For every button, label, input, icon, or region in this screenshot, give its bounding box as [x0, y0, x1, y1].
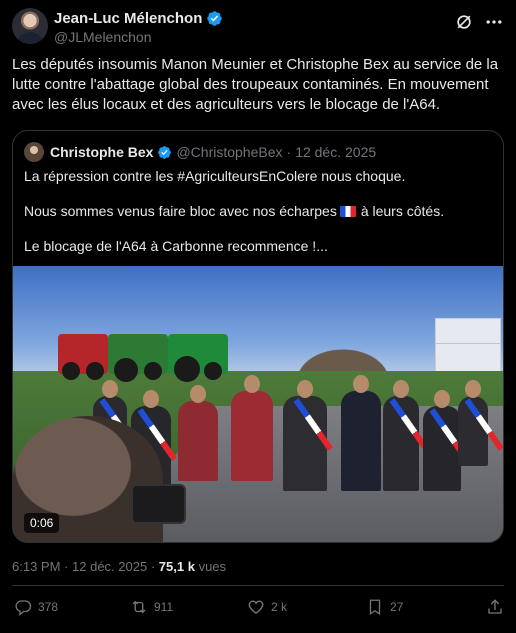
bookmark-count: 27 [390, 600, 404, 614]
tweet-time[interactable]: 6:13 PM [12, 559, 60, 574]
heart-icon [248, 600, 264, 614]
bookmark-icon [369, 599, 381, 616]
views-count: 75,1 k [158, 559, 195, 574]
reply-icon [15, 600, 32, 616]
video-building [435, 318, 501, 378]
like-count: 2 k [271, 600, 288, 614]
quoted-tweet-header: Christophe Bex @ChristopheBex · 12 déc. … [24, 142, 376, 162]
verified-badge-icon [207, 11, 223, 26]
meta-separator: · [64, 559, 69, 574]
video-tractor [58, 334, 108, 380]
video-tractor [108, 334, 168, 382]
quoted-author-handle[interactable]: @ChristopheBex [176, 144, 282, 160]
quoted-line-2b: à leurs côtés. [360, 203, 445, 219]
video-person [178, 385, 218, 481]
divider [12, 585, 504, 586]
tweet-text: Les députés insoumis Manon Meunier et Ch… [12, 56, 499, 113]
quoted-verified-badge-icon [158, 145, 172, 159]
like-button[interactable]: 2 k [247, 598, 287, 616]
quoted-separator: · [286, 144, 292, 160]
video-person [458, 380, 503, 466]
author-handle[interactable]: @JLMelenchon [54, 29, 152, 45]
video-person [231, 375, 273, 481]
meta-separator: · [150, 559, 156, 574]
quoted-line-2: Nous sommes venus faire bloc avec nos éc… [24, 202, 494, 220]
repost-button[interactable]: 911 [130, 598, 173, 616]
grok-icon[interactable] [454, 12, 474, 32]
quoted-author-name[interactable]: Christophe Bex [50, 144, 153, 160]
share-icon [488, 599, 502, 614]
action-bar: 378 911 2 k 27 [12, 598, 504, 624]
repost-icon [132, 600, 146, 614]
quoted-tweet[interactable]: Christophe Bex @ChristopheBex · 12 déc. … [12, 130, 504, 543]
video-person [423, 390, 469, 491]
video-player[interactable]: 0:06 [13, 266, 503, 542]
author-avatar[interactable] [12, 8, 48, 44]
video-person [283, 380, 333, 491]
more-options-icon[interactable] [484, 12, 504, 32]
video-person [341, 375, 381, 491]
author-name-line: Jean-Luc Mélenchon [54, 10, 223, 27]
quoted-line-3: Le blocage de l'A64 à Carbonne recommenc… [24, 238, 328, 254]
tweet-meta: 6:13 PM · 12 déc. 2025 · 75,1 k vues [12, 559, 226, 574]
reply-button[interactable]: 378 [14, 598, 58, 616]
bookmark-button[interactable]: 27 [366, 598, 403, 616]
author-name[interactable]: Jean-Luc Mélenchon [54, 10, 202, 27]
video-foreground-phone [131, 484, 186, 524]
quoted-line-2a: Nous sommes venus faire bloc avec nos éc… [24, 203, 337, 219]
tweet-header: Jean-Luc Mélenchon @JLMelenchon [12, 8, 504, 48]
video-person [383, 380, 429, 491]
quoted-date[interactable]: 12 déc. 2025 [295, 144, 376, 160]
video-tractor [168, 334, 228, 382]
reply-count: 378 [38, 600, 59, 614]
video-timer: 0:06 [24, 513, 60, 533]
views-label: vues [198, 559, 227, 574]
quoted-author-avatar[interactable] [24, 142, 44, 162]
repost-count: 911 [154, 600, 174, 614]
french-flag-icon [339, 206, 356, 217]
quoted-line-1: La répression contre les #AgriculteursEn… [24, 168, 406, 184]
quoted-tweet-text: La répression contre les #AgriculteursEn… [24, 167, 494, 272]
tweet-date[interactable]: 12 déc. 2025 [72, 559, 147, 574]
share-button[interactable] [486, 598, 504, 616]
